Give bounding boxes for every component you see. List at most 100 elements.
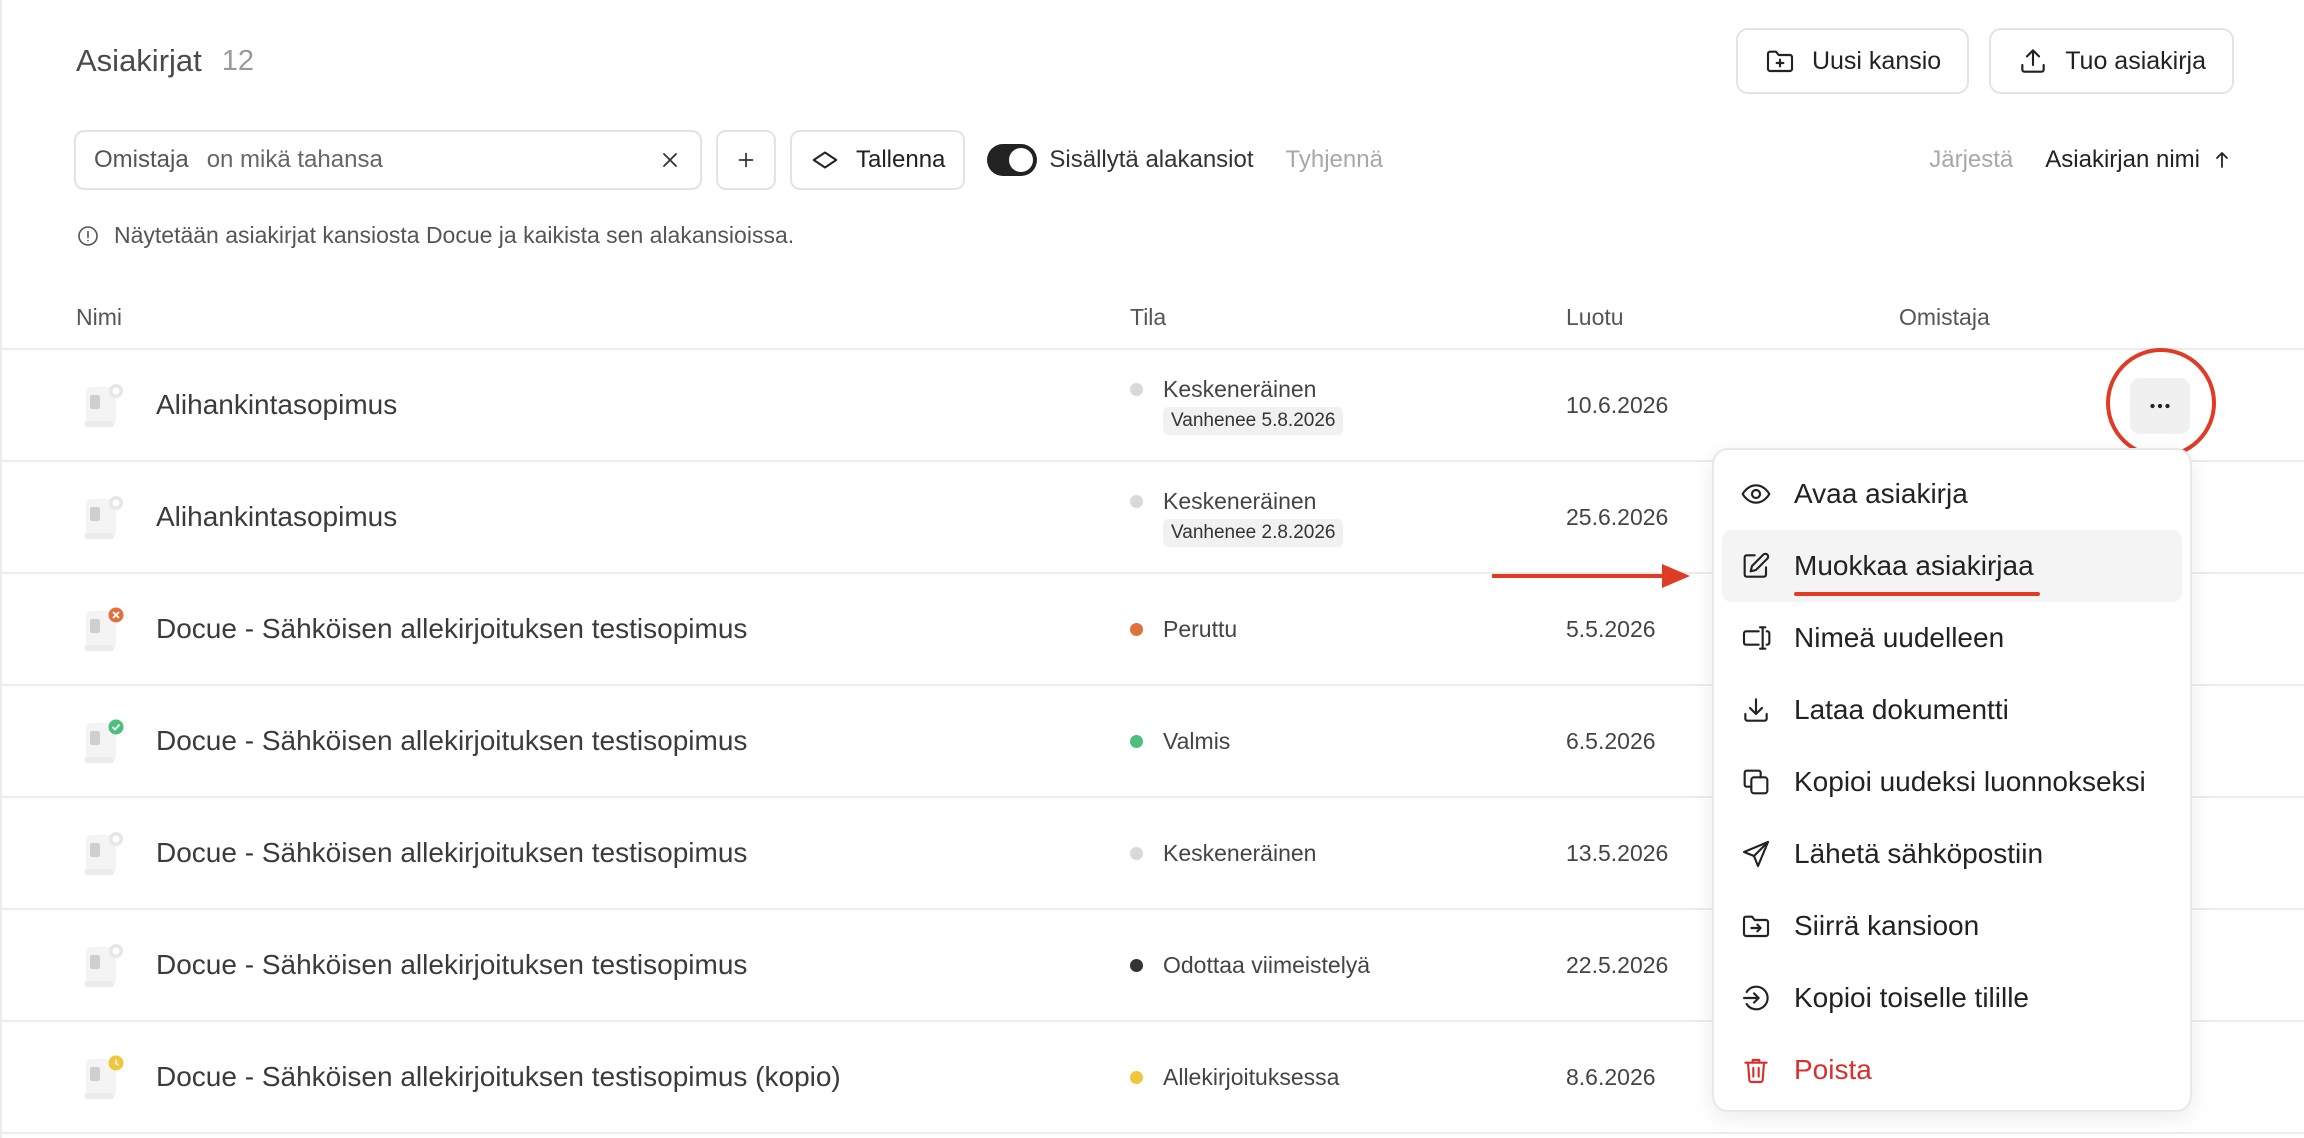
menu-item-edit[interactable]: Muokkaa asiakirjaa xyxy=(1722,530,2182,602)
status-dot xyxy=(1130,847,1143,860)
created-date: 5.5.2026 xyxy=(1566,616,1656,642)
document-name[interactable]: Alihankintasopimus xyxy=(156,501,397,533)
menu-item-label: Lähetä sähköpostiin xyxy=(1794,838,2044,869)
copy-icon xyxy=(1743,769,1769,795)
status-line: Keskeneräinen xyxy=(1130,488,1343,515)
status-dot xyxy=(1130,383,1143,396)
document-icon xyxy=(84,607,124,651)
send-icon xyxy=(1742,840,1770,868)
sort-label: Järjestä xyxy=(1929,146,2014,173)
owner-filter[interactable]: Omistaja on mikä tahansa xyxy=(74,130,702,190)
info-text: Näytetään asiakirjat kansiosta Docue ja … xyxy=(114,222,795,248)
save-filter-button[interactable]: Tallenna xyxy=(790,130,966,190)
document-icon xyxy=(84,944,123,987)
import-document-button[interactable]: Tuo asiakirja xyxy=(1989,28,2234,94)
document-icon xyxy=(84,496,123,539)
status-dot xyxy=(1130,735,1143,748)
created-date: 25.6.2026 xyxy=(1566,504,1669,530)
status-cell: Valmis xyxy=(1130,728,1230,755)
filter-bar: Omistaja on mikä tahansa Tallenna Sisäll… xyxy=(74,130,2234,190)
document-name[interactable]: Docue - Sähköisen allekirjoituksen testi… xyxy=(156,1061,841,1093)
document-icon xyxy=(84,719,124,763)
status-text: Valmis xyxy=(1163,728,1231,754)
arrow-up-icon[interactable] xyxy=(2210,148,2234,172)
menu-item-download[interactable]: Lataa dokumentti xyxy=(1722,674,2182,746)
status-dot xyxy=(1130,495,1143,508)
status-cell: Odottaa viimeistelyä xyxy=(1130,952,1370,979)
menu-item-move-folder[interactable]: Siirrä kansioon xyxy=(1722,890,2182,962)
column-header-status[interactable]: Tila xyxy=(1130,304,1166,331)
new-folder-button[interactable]: Uusi kansio xyxy=(1735,28,1970,94)
menu-item-rename[interactable]: Nimeä uudelleen xyxy=(1722,602,2182,674)
sort-field-button[interactable]: Asiakirjan nimi xyxy=(2045,146,2200,174)
page-frame: Asiakirjat 12 Uusi kansio Tuo asiakirja … xyxy=(0,0,2304,1138)
owner-filter-key: Omistaja xyxy=(94,146,189,173)
folder-plus-icon xyxy=(1766,50,1794,73)
status-line: Keskeneräinen xyxy=(1130,840,1316,867)
menu-item-delete[interactable]: Poista xyxy=(1722,1034,2182,1106)
status-dot xyxy=(1130,1071,1143,1084)
layers-icon xyxy=(812,151,838,169)
highlight-circle-annotation xyxy=(2106,348,2216,458)
menu-item-label: Poista xyxy=(1794,1054,1872,1085)
status-cell: Keskeneräinen Vanhenee 2.8.2026 xyxy=(1130,488,1344,547)
table-row[interactable]: Alihankintasopimus Keskeneräinen Vanhenee … xyxy=(2,350,2304,462)
close-icon[interactable] xyxy=(656,146,684,174)
include-subfolders-toggle[interactable] xyxy=(987,144,1038,176)
arrow-right-annotation-icon xyxy=(1492,564,1690,588)
document-icon xyxy=(84,1055,124,1099)
menu-item-open[interactable]: Avaa asiakirja xyxy=(1722,458,2182,530)
sort-control: Järjestä Asiakirjan nimi xyxy=(1929,146,2234,174)
status-cell: Keskeneräinen Vanhenee 5.8.2026 xyxy=(1130,376,1344,435)
document-icon xyxy=(84,384,123,427)
document-name[interactable]: Docue - Sähköisen allekirjoituksen testi… xyxy=(156,949,747,981)
import-document-label: Tuo asiakirja xyxy=(2065,46,2206,75)
status-cell: Keskeneräinen xyxy=(1130,840,1316,867)
table-header: Nimi Tila Luotu Omistaja xyxy=(2,296,2304,350)
status-cell: Allekirjoituksessa xyxy=(1130,1064,1339,1091)
menu-item-copy-account[interactable]: Kopioi toiselle tilille xyxy=(1722,962,2182,1034)
document-icon xyxy=(84,832,123,875)
status-text: Keskeneräinen xyxy=(1163,376,1317,402)
edit-icon xyxy=(1743,552,1770,578)
menu-item-copy-draft[interactable]: Kopioi uudeksi luonnokseksi xyxy=(1722,746,2182,818)
move-folder-icon xyxy=(1742,915,1770,938)
underline-annotation xyxy=(1794,592,2040,596)
status-text: Odottaa viimeistelyä xyxy=(1163,952,1371,978)
column-header-created[interactable]: Luotu xyxy=(1566,304,1624,331)
status-line: Allekirjoituksessa xyxy=(1130,1064,1339,1091)
column-header-name[interactable]: Nimi xyxy=(76,304,122,331)
document-name[interactable]: Alihankintasopimus xyxy=(156,389,397,421)
document-name[interactable]: Docue - Sähköisen allekirjoituksen testi… xyxy=(156,613,747,645)
eye-icon xyxy=(1741,484,1771,504)
status-text: Allekirjoituksessa xyxy=(1163,1064,1340,1090)
status-text: Keskeneräinen xyxy=(1163,840,1317,866)
header-actions: Uusi kansio Tuo asiakirja xyxy=(1735,28,2234,94)
status-cell: Peruttu xyxy=(1130,616,1237,643)
document-count: 12 xyxy=(221,44,255,77)
status-dot xyxy=(1130,959,1143,972)
status-line: Valmis xyxy=(1130,728,1230,755)
document-name[interactable]: Docue - Sähköisen allekirjoituksen testi… xyxy=(156,725,747,757)
status-text: Keskeneräinen xyxy=(1163,488,1317,514)
created-date: 8.6.2026 xyxy=(1566,1064,1656,1090)
column-header-owner[interactable]: Omistaja xyxy=(1899,304,1990,331)
menu-item-label: Kopioi uudeksi luonnokseksi xyxy=(1794,766,2146,797)
status-line: Keskeneräinen xyxy=(1130,376,1343,403)
include-subfolders-label: Sisällytä alakansiot xyxy=(1049,146,1254,173)
menu-item-label: Lataa dokumentti xyxy=(1794,694,2009,725)
trash-icon xyxy=(1744,1058,1768,1084)
menu-item-send-email[interactable]: Lähetä sähköpostiin xyxy=(1722,818,2182,890)
expiry-badge: Vanhenee 5.8.2026 xyxy=(1163,407,1344,435)
add-filter-button[interactable] xyxy=(716,130,776,190)
status-dot xyxy=(1130,623,1143,636)
menu-item-label: Nimeä uudelleen xyxy=(1794,622,2005,653)
owner-filter-value: on mikä tahansa xyxy=(206,146,383,173)
info-icon xyxy=(78,225,98,246)
document-context-menu: Avaa asiakirja Muokkaa asiakirjaa Nimeä … xyxy=(1712,448,2192,1112)
document-name[interactable]: Docue - Sähköisen allekirjoituksen testi… xyxy=(156,837,747,869)
clear-filters-link[interactable]: Tyhjennä xyxy=(1286,146,1383,174)
menu-item-label: Muokkaa asiakirjaa xyxy=(1794,550,2040,596)
new-folder-label: Uusi kansio xyxy=(1811,46,1942,75)
expiry-badge: Vanhenee 2.8.2026 xyxy=(1163,519,1344,547)
